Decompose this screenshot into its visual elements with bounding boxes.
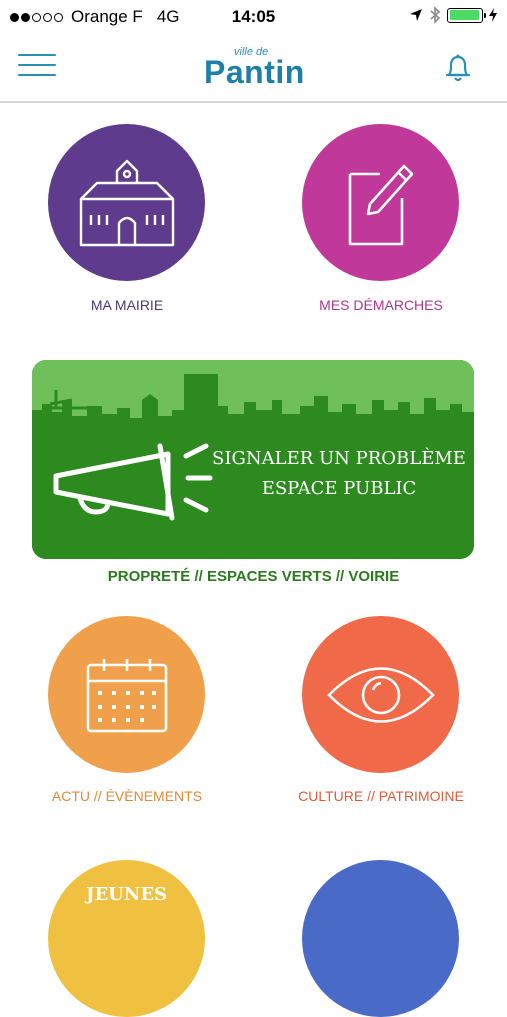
status-icons <box>409 6 497 24</box>
actu-circle[interactable] <box>48 616 205 773</box>
bluetooth-icon <box>430 6 441 24</box>
banner-title[interactable]: SIGNALER UN PROBLÈME ESPACE PUBLIC <box>208 444 470 504</box>
hamburger-menu-icon[interactable] <box>18 54 56 78</box>
ma-mairie-label[interactable]: MA MAIRIE <box>0 297 257 313</box>
bell-icon[interactable] <box>443 52 473 84</box>
jeunes-circle[interactable]: JEUNES <box>48 860 205 1017</box>
eye-icon <box>326 666 435 723</box>
banner-line-2: ESPACE PUBLIC <box>261 478 417 499</box>
jeunes-text: JEUNES <box>85 884 168 905</box>
charging-bolt-icon <box>489 8 497 22</box>
megaphone-icon <box>53 443 213 521</box>
culture-circle[interactable] <box>302 616 459 773</box>
signaler-probleme-banner[interactable]: SIGNALER UN PROBLÈME ESPACE PUBLIC <box>32 360 474 559</box>
bottom-right-circle[interactable] <box>302 860 459 1017</box>
town-hall-icon <box>79 159 174 246</box>
culture-label[interactable]: CULTURE // PATRIMOINE <box>251 788 507 804</box>
mes-demarches-label[interactable]: MES DÉMARCHES <box>251 297 507 313</box>
mes-demarches-circle[interactable] <box>302 124 459 281</box>
location-arrow-icon <box>410 9 422 21</box>
banner-subtitle[interactable]: PROPRETÉ // ESPACES VERTS // VOIRIE <box>0 568 507 585</box>
ville-de-pantin-logo: ville de Pantin <box>204 46 308 92</box>
battery-icon <box>447 7 486 23</box>
actu-label[interactable]: ACTU // ÉVÈNEMENTS <box>0 788 257 804</box>
calendar-icon <box>86 658 167 732</box>
status-bar: Orange F 4G 14:05 <box>0 0 507 34</box>
app-header: ville de Pantin <box>0 34 507 103</box>
ma-mairie-circle[interactable] <box>48 124 205 281</box>
banner-line-1: SIGNALER UN PROBLÈME <box>212 448 466 469</box>
battery-level <box>449 10 479 20</box>
edit-form-icon <box>348 164 413 245</box>
logo-main-text: Pantin <box>204 54 305 90</box>
